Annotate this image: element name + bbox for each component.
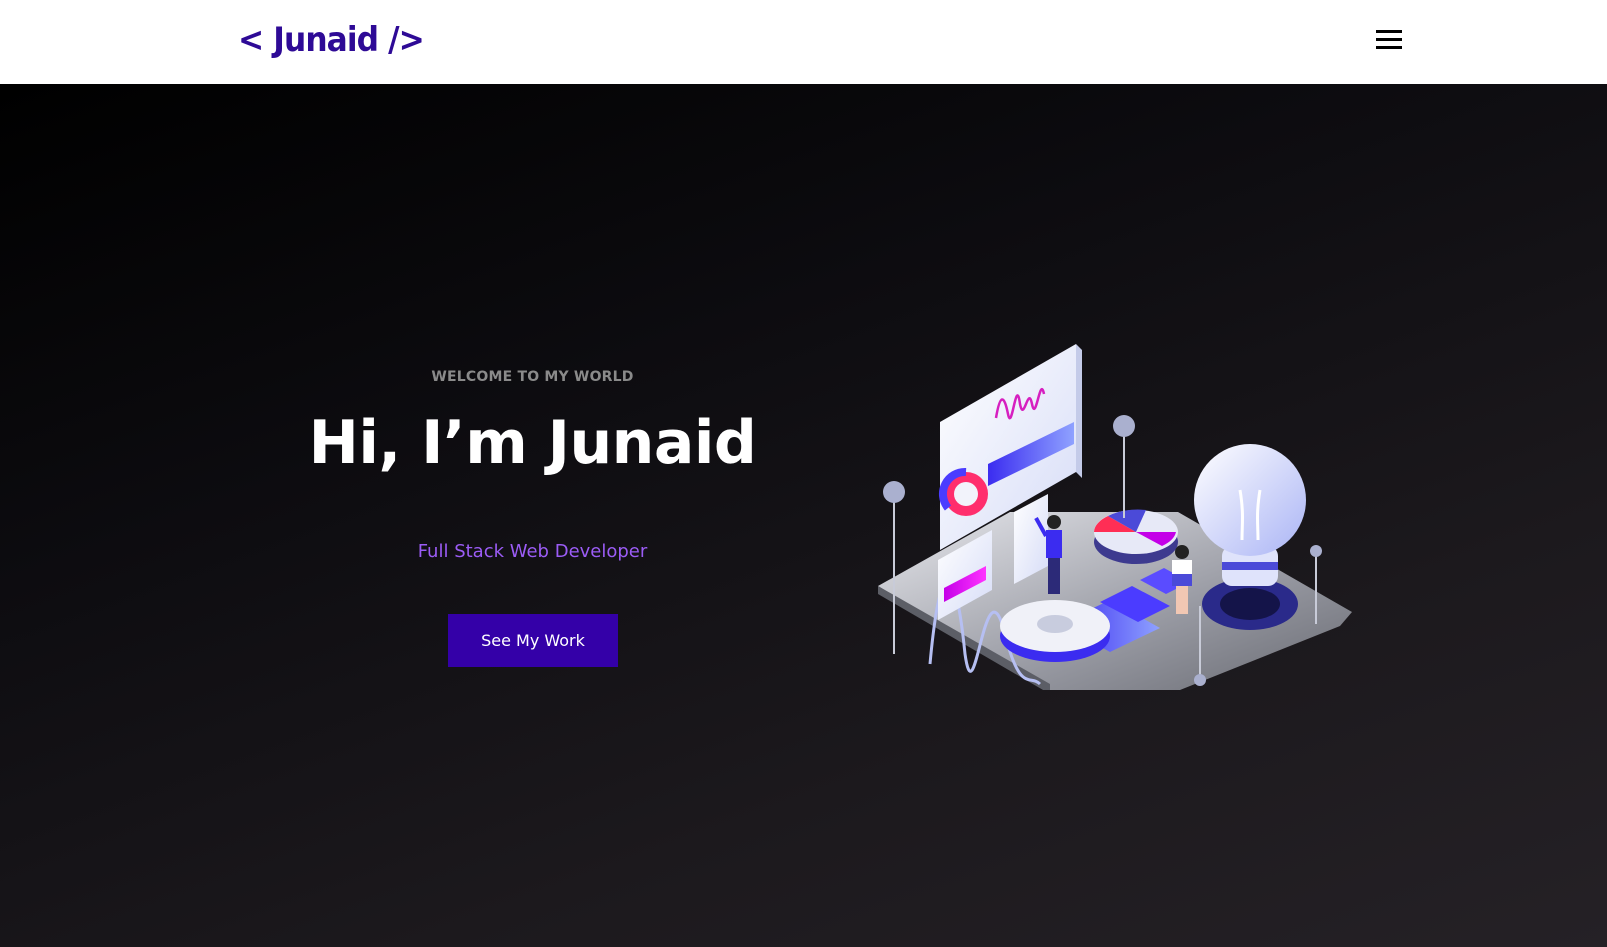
isometric-data-illustration [878, 344, 1352, 690]
hamburger-bar [1376, 46, 1402, 49]
hero-eyebrow: WELCOME TO MY WORLD [431, 369, 634, 385]
see-my-work-button[interactable]: See My Work [448, 614, 618, 667]
hamburger-bar [1376, 30, 1402, 33]
hero-section: WELCOME TO MY WORLD Hi, I’m Junaid Full … [0, 84, 1607, 947]
hamburger-menu-icon[interactable] [1374, 27, 1404, 53]
navbar: < Junaid /> [0, 0, 1607, 84]
site-logo[interactable]: < Junaid /> [238, 20, 425, 60]
hero-subtitle: Full Stack Web Developer [417, 541, 648, 562]
hamburger-bar [1376, 38, 1402, 41]
hero-headline: Hi, I’m Junaid [308, 408, 757, 478]
